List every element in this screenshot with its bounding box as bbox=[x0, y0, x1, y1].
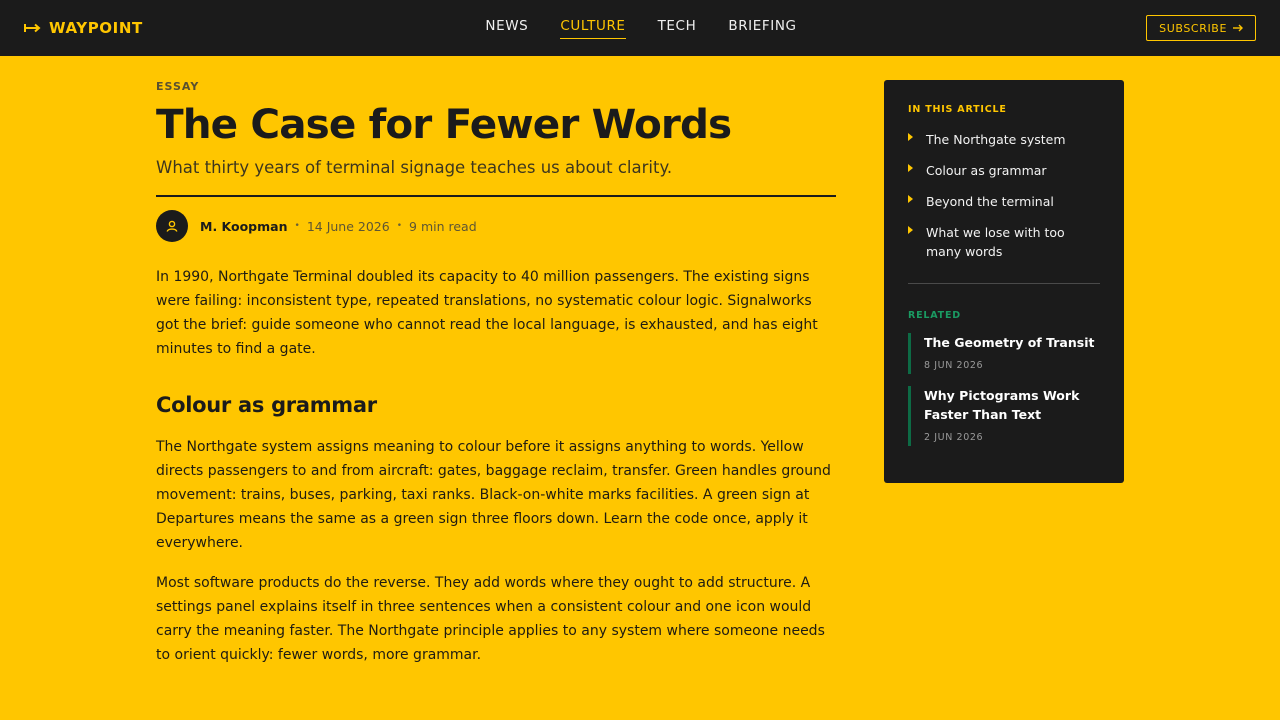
triangle-right-icon bbox=[908, 164, 913, 172]
nav-item-news[interactable]: NEWS bbox=[485, 18, 528, 38]
nav-item-culture[interactable]: CULTURE bbox=[560, 18, 626, 39]
sidebar-divider bbox=[908, 283, 1100, 284]
nav-item-briefing[interactable]: BRIEFING bbox=[728, 18, 796, 38]
related-title[interactable]: The Geometry of Transit bbox=[924, 333, 1100, 352]
article-title: The Case for Fewer Words bbox=[156, 100, 732, 148]
byline: M. Koopman • 14 June 2026 • 9 min read bbox=[156, 209, 836, 243]
top-bar: WAYPOINT NEWS CULTURE TECH BRIEFING SUBS… bbox=[0, 0, 1280, 56]
toc-link-what-we-lose[interactable]: What we lose with too many words bbox=[926, 223, 1100, 261]
article-dek: What thirty years of terminal signage te… bbox=[156, 158, 673, 177]
table-of-contents: The Northgate system Colour as grammar B… bbox=[908, 130, 1100, 261]
meta-separator: • bbox=[294, 221, 300, 231]
article: ESSAY The Case for Fewer Words What thir… bbox=[156, 80, 836, 667]
section-heading: Colour as grammar bbox=[156, 393, 377, 417]
arrow-bar-icon bbox=[24, 20, 41, 37]
toc-label: IN THIS ARTICLE bbox=[908, 104, 1007, 115]
related-date: 8 JUN 2026 bbox=[924, 360, 984, 371]
toc-link-colour-as-grammar[interactable]: Colour as grammar bbox=[926, 161, 1047, 180]
related-item[interactable]: Why Pictograms Work Faster Than Text 2 J… bbox=[908, 386, 1100, 446]
toc-link-beyond-the-terminal[interactable]: Beyond the terminal bbox=[926, 192, 1054, 211]
author-link[interactable]: M. Koopman bbox=[200, 219, 288, 234]
avatar bbox=[156, 210, 188, 242]
article-kicker: ESSAY bbox=[156, 80, 200, 93]
main-nav: NEWS CULTURE TECH BRIEFING bbox=[0, 0, 1280, 56]
brand-logo-link[interactable]: WAYPOINT bbox=[24, 0, 143, 56]
triangle-right-icon bbox=[908, 195, 913, 203]
toc-link-northgate-system[interactable]: The Northgate system bbox=[926, 130, 1066, 149]
subscribe-button[interactable]: SUBSCRIBE bbox=[1146, 15, 1256, 41]
meta-separator: • bbox=[396, 221, 403, 231]
related-label: RELATED bbox=[908, 310, 961, 321]
user-icon bbox=[166, 217, 178, 236]
triangle-right-icon bbox=[908, 133, 913, 141]
related-title[interactable]: Why Pictograms Work Faster Than Text bbox=[924, 386, 1100, 424]
subscribe-label: SUBSCRIBE bbox=[1159, 21, 1227, 35]
read-time: 9 min read bbox=[409, 218, 477, 234]
title-divider bbox=[156, 195, 836, 197]
related-date: 2 JUN 2026 bbox=[924, 432, 984, 443]
toc-item: The Northgate system bbox=[908, 130, 1100, 149]
toc-item: What we lose with too many words bbox=[908, 223, 1100, 261]
toc-item: Beyond the terminal bbox=[908, 192, 1100, 211]
article-paragraph: The Northgate system assigns meaning to … bbox=[156, 439, 831, 551]
related-item[interactable]: The Geometry of Transit 8 JUN 2026 bbox=[908, 333, 1100, 374]
article-paragraph: Most software products do the reverse. T… bbox=[156, 575, 825, 663]
toc-item: Colour as grammar bbox=[908, 161, 1100, 180]
triangle-right-icon bbox=[908, 226, 913, 234]
nav-item-tech[interactable]: TECH bbox=[658, 18, 697, 38]
article-sidebar: IN THIS ARTICLE The Northgate system Col… bbox=[884, 80, 1124, 483]
publish-date: 14 June 2026 bbox=[306, 218, 390, 234]
arrow-right-icon bbox=[1233, 22, 1243, 35]
article-paragraph: In 1990, Northgate Terminal doubled its … bbox=[156, 269, 818, 357]
brand-name: WAYPOINT bbox=[49, 19, 143, 37]
